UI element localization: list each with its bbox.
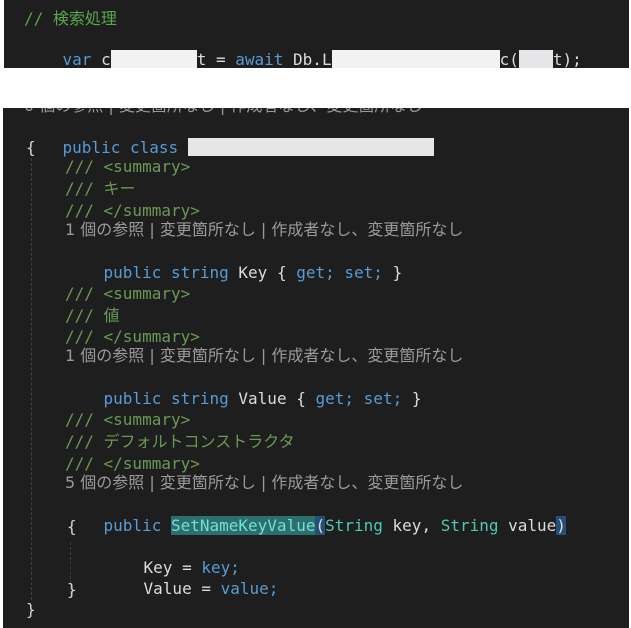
public-keyword: public (103, 263, 162, 282)
string-keyword: string (170, 263, 229, 282)
class-declaration-line[interactable]: public class (24, 118, 434, 157)
code-fragment: t); (552, 50, 582, 68)
top-code-panel: // 検索処理 var c t = await Db.L c( t); (4, 0, 629, 68)
public-keyword: public (103, 389, 162, 408)
assign-value-line[interactable]: Value = value; (105, 559, 279, 598)
property-name: Value (238, 389, 287, 408)
assign-source: value; (220, 579, 279, 598)
summary-close-tag: /// </summary> (65, 201, 200, 220)
ctor-close-brace: } (67, 580, 77, 599)
summary-close-tag: /// </summary> (65, 454, 200, 473)
codelens-key[interactable]: 1 個の参照 | 変更箇所なし | 作成者なし、変更箇所なし (65, 220, 463, 240)
public-keyword: public (103, 516, 162, 535)
redacted-variable (110, 50, 197, 68)
summary-open-tag: /// <summary> (65, 157, 191, 176)
get-keyword: get; (315, 389, 355, 408)
accessor-open-brace: { (276, 263, 287, 282)
summary-text: /// キー (65, 179, 136, 198)
redacted-argument (518, 50, 553, 68)
assign-key-line[interactable]: Key = key; (105, 538, 240, 577)
summary-close-tag: /// </summary> (65, 327, 200, 346)
await-db-call-line[interactable]: var c t = await Db.L c( t); (24, 30, 582, 68)
await-keyword: await (235, 50, 284, 68)
indent-guide (31, 148, 32, 600)
code-fragment: Db.L (283, 50, 332, 68)
class-keyword: class (129, 138, 179, 157)
summary-open-tag: /// <summary> (65, 410, 191, 429)
redacted-method (331, 50, 500, 68)
code-fragment: c( (499, 50, 519, 68)
class-open-brace: { (26, 138, 36, 157)
code-fragment: c (91, 50, 111, 68)
constructor-name-highlighted[interactable]: SetNameKeyValue (170, 516, 316, 535)
parameter-key: key, (382, 516, 441, 535)
assign-target: Value = (143, 579, 221, 598)
codelens-value[interactable]: 1 個の参照 | 変更箇所なし | 作成者なし、変更箇所なし (65, 346, 463, 366)
string-type: String (325, 516, 383, 535)
close-paren: ) (556, 516, 566, 535)
summary-open-tag: /// <summary> (65, 284, 191, 303)
accessor-close-brace: } (411, 389, 422, 408)
class-close-brace: } (26, 600, 36, 619)
key-property-line[interactable]: public string Key { get; set; } (65, 243, 403, 282)
class-code-panel: 0 個の参照 | 変更箇所なし | 作成者なし、変更箇所なし public cl… (3, 108, 629, 628)
codelens-class[interactable]: 0 個の参照 | 変更箇所なし | 作成者なし、変更箇所なし (24, 108, 422, 116)
open-paren: ( (315, 516, 326, 535)
set-keyword: set; (344, 263, 383, 282)
summary-text: /// デフォルトコンストラクタ (65, 432, 295, 451)
accessor-close-brace: } (392, 263, 403, 282)
string-type: String (440, 516, 499, 535)
value-property-line[interactable]: public string Value { get; set; } (65, 369, 422, 408)
get-keyword: get; (296, 263, 335, 282)
ctor-open-brace: { (67, 517, 77, 536)
codelens-constructor[interactable]: 5 個の参照 | 変更箇所なし | 作成者なし、変更箇所なし (65, 473, 463, 493)
parameter-value: value (498, 516, 557, 535)
redacted-class-name (187, 138, 434, 156)
public-keyword: public (62, 138, 121, 157)
string-keyword: string (170, 389, 229, 408)
constructor-signature-line[interactable]: public SetNameKeyValue(String key, Strin… (65, 496, 566, 535)
var-keyword: var (62, 50, 92, 68)
summary-text: /// 値 (65, 306, 120, 325)
code-fragment: t = (196, 50, 236, 68)
accessor-open-brace: { (296, 389, 306, 408)
property-name: Key (238, 263, 268, 282)
set-keyword: set; (363, 389, 403, 408)
search-comment: // 検索処理 (24, 9, 117, 28)
